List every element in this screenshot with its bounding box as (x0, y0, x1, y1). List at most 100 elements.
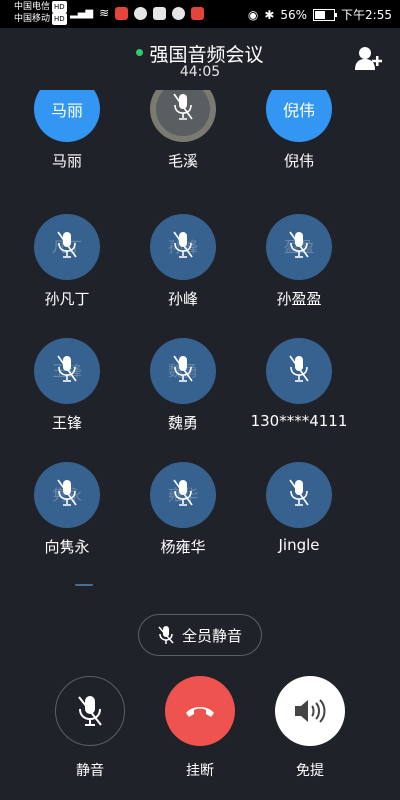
mic-muted-icon (289, 231, 309, 258)
hd-badge-2: HD (52, 13, 67, 25)
speaker-icon (295, 699, 326, 723)
participant-name: 孙盈盈 (276, 290, 322, 308)
mic-muted-icon-wrap (288, 230, 310, 264)
speaker-button[interactable] (275, 676, 345, 746)
mic-muted-icon-wrap (288, 478, 310, 512)
mic-muted-icon-wrap (288, 354, 310, 388)
participant-name: Jingle (278, 536, 320, 554)
mic-muted-icon (289, 479, 309, 506)
participant-avatar[interactable]: 倪伟 (266, 90, 332, 142)
mic-muted-icon (173, 93, 193, 120)
participant-avatar[interactable] (266, 338, 332, 404)
carrier-2: 中国移动 (14, 14, 51, 24)
battery-icon (313, 8, 338, 21)
mic-muted-icon-wrap (172, 230, 194, 264)
call-duration: 44:05 (179, 64, 221, 80)
mic-muted-icon-wrap (172, 478, 194, 512)
carrier-info: 中国电信 HD 中国移动 HD (14, 1, 67, 25)
mic-muted-icon-wrap (172, 92, 194, 126)
avatar-initials: 马丽 (50, 101, 83, 120)
participant-grid[interactable]: 马丽 马丽 毛溪 倪伟 倪伟 凡丁 孙凡丁 孙峰 孙峰 盈盈 孙盈盈 王锋 王锋 魏勇 魏勇 130****4… (0, 90, 400, 588)
mic-muted-icon-wrap (56, 354, 78, 388)
participant-avatar[interactable] (266, 462, 332, 528)
mic-muted-icon (158, 626, 174, 644)
participant-avatar[interactable]: 孙峰 (150, 214, 216, 280)
scroll-indicator (75, 584, 93, 586)
eye-icon: ◉ (247, 7, 259, 22)
app2-notify-icon (172, 6, 186, 20)
participant-name: 马丽 (51, 152, 82, 170)
mic-muted-icon-wrap (172, 354, 194, 388)
participant-tile[interactable]: 马丽 马丽 (17, 90, 117, 171)
mic-off-icon (78, 696, 102, 726)
status-bar: 中国电信 HD 中国移动 HD ▂▄▆ ≋ ◉ ✱ 56% 下午2:55 (0, 0, 400, 28)
conference-title-row: 强国音频会议 (0, 40, 400, 67)
wifi-icon: ≋ (99, 6, 110, 20)
participant-tile[interactable]: 雍华 杨雍华 (133, 462, 233, 557)
speaker-label: 免提 (296, 763, 324, 779)
participant-name: 王锋 (51, 414, 82, 432)
participant-name: 孙峰 (167, 290, 198, 308)
participant-avatar[interactable]: 王锋 (34, 338, 100, 404)
app3-notify-icon (191, 6, 205, 20)
participant-avatar[interactable]: 魏勇 (150, 338, 216, 404)
participant-tile[interactable]: Jingle (249, 462, 349, 554)
participant-tile[interactable]: 毛溪 (133, 90, 233, 171)
bluetooth-icon: ✱ (264, 7, 275, 22)
mute-label: 静音 (76, 763, 104, 779)
participant-tile[interactable]: 盈盈 孙盈盈 (249, 214, 349, 309)
status-right: ◉ ✱ 56% 下午2:55 (248, 6, 392, 23)
mic-muted-icon (57, 355, 77, 382)
carrier-1: 中国电信 (14, 2, 51, 12)
speaker-control[interactable]: 免提 (274, 676, 346, 780)
participant-name: 130****4111 (250, 412, 348, 430)
avatar-initials: 倪伟 (282, 101, 315, 120)
participant-tile[interactable]: 倪伟 倪伟 (249, 90, 349, 171)
participant-name: 杨雍华 (160, 538, 206, 556)
add-person-icon[interactable] (354, 44, 384, 74)
participant-name: 倪伟 (283, 152, 314, 170)
mic-muted-icon (173, 231, 193, 258)
mic-muted-icon (289, 355, 309, 382)
participant-tile[interactable]: 孙峰 孙峰 (133, 214, 233, 309)
chat-notify-icon (134, 6, 148, 20)
mic-muted-icon (57, 479, 77, 506)
hd-badge: HD (52, 1, 67, 13)
mute-all-button[interactable]: 全员静音 (138, 614, 262, 656)
participant-name: 孙凡丁 (44, 290, 90, 308)
mute-control[interactable]: 静音 (54, 676, 126, 780)
signal-icon: ▂▄▆ (70, 7, 94, 19)
hangup-label: 挂断 (186, 763, 214, 779)
mic-muted-icon (173, 479, 193, 506)
mute-button[interactable] (55, 676, 125, 746)
mic-muted-icon-wrap (56, 478, 78, 512)
participant-name: 向隽永 (44, 538, 90, 556)
participant-avatar[interactable]: 雍华 (150, 462, 216, 528)
mic-muted-icon-wrap (56, 230, 78, 264)
participant-avatar[interactable]: 凡丁 (34, 214, 100, 280)
hangup-phone-icon (186, 707, 214, 717)
mic-notify-icon (115, 6, 129, 20)
live-status-dot (136, 49, 144, 56)
notification-icons: ▂▄▆ ≋ (70, 6, 205, 20)
participant-avatar[interactable]: 盈盈 (266, 214, 332, 280)
participant-name: 毛溪 (167, 152, 198, 170)
participant-tile[interactable]: 隽永 向隽永 (17, 462, 117, 557)
participant-tile[interactable]: 凡丁 孙凡丁 (17, 214, 117, 309)
clock: 下午2:55 (341, 8, 392, 22)
hangup-control[interactable]: 挂断 (164, 676, 236, 780)
battery-percent: 56% (280, 7, 308, 22)
participant-tile[interactable]: 王锋 王锋 (17, 338, 117, 433)
participant-tile[interactable]: 魏勇 魏勇 (133, 338, 233, 433)
mic-muted-icon (57, 231, 77, 258)
conference-title: 强国音频会议 (149, 44, 264, 66)
participant-name: 魏勇 (167, 414, 198, 432)
mute-all-label: 全员静音 (181, 626, 242, 645)
participant-avatar[interactable] (150, 90, 216, 142)
participant-tile[interactable]: 130****4111 (249, 338, 349, 430)
hangup-button[interactable] (165, 676, 235, 746)
participant-avatar[interactable]: 隽永 (34, 462, 100, 528)
app-notify-icon (153, 6, 167, 20)
participant-avatar[interactable]: 马丽 (34, 90, 100, 142)
mic-muted-icon (173, 355, 193, 382)
